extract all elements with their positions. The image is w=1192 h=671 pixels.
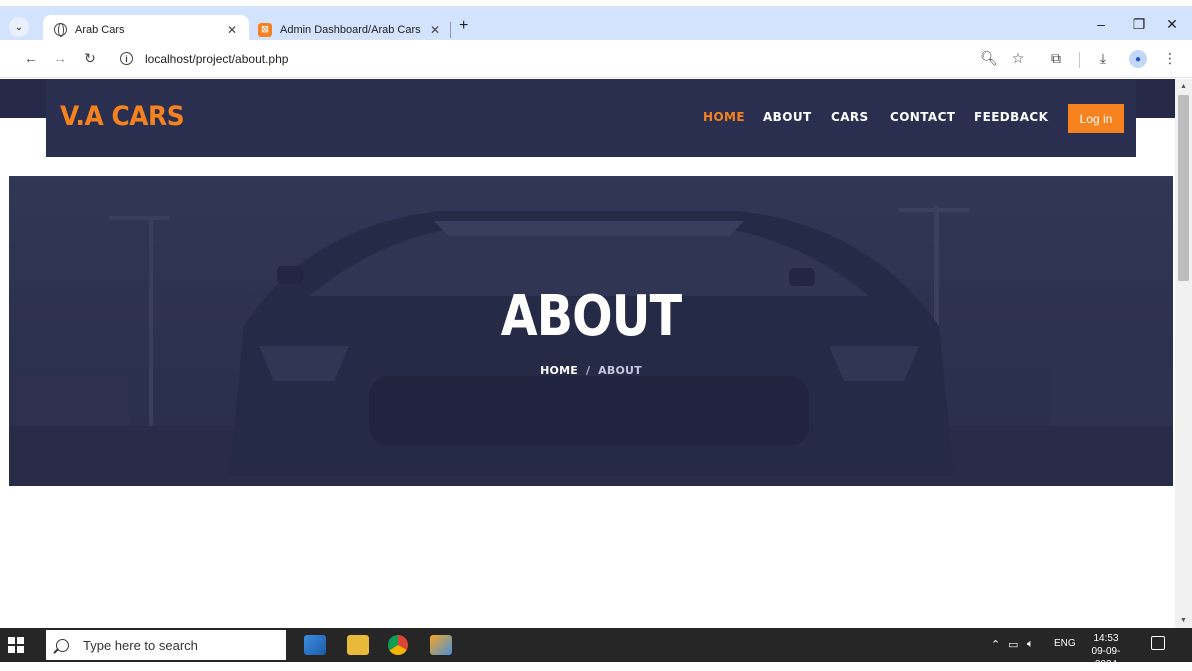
- file-explorer-icon[interactable]: [347, 635, 369, 655]
- tab-close-icon[interactable]: ✕: [225, 23, 239, 37]
- tools-app-icon[interactable]: [430, 635, 452, 655]
- taskbar-search-placeholder: Type here to search: [83, 637, 198, 653]
- tray-chevron-up-icon[interactable]: ⌃: [991, 638, 1000, 651]
- site-navbar: V.A CARS HOME ABOUT CARS CONTACT FEEDBAC…: [46, 79, 1136, 157]
- xampp-icon: ⊠: [258, 22, 272, 37]
- hero-banner: ABOUT HOME / ABOUT: [9, 176, 1173, 486]
- search-icon: [56, 638, 69, 652]
- address-bar[interactable]: i localhost/project/about.php: [113, 45, 1049, 73]
- nav-contact[interactable]: CONTACT: [890, 110, 955, 124]
- nav-about[interactable]: ABOUT: [763, 110, 812, 124]
- page-viewport: V.A CARS HOME ABOUT CARS CONTACT FEEDBAC…: [0, 79, 1175, 628]
- windows-taskbar: Type here to search ⌃ ▭ 🔈︎ ENG 14:53 09-…: [0, 628, 1192, 670]
- tab-title: Admin Dashboard/Arab Cars: [280, 23, 421, 36]
- scrollbar-thumb[interactable]: [1178, 95, 1189, 281]
- browser-toolbar: ← → ↻ i localhost/project/about.php 🔍︎ ☆…: [0, 40, 1192, 78]
- breadcrumb-current: ABOUT: [598, 364, 642, 377]
- nav-feedback[interactable]: FEEDBACK: [974, 110, 1048, 124]
- close-window-button[interactable]: ✕: [1157, 16, 1187, 33]
- page-scrollbar[interactable]: ▲ ▼: [1175, 79, 1192, 628]
- windows-start-icon[interactable]: [8, 637, 24, 653]
- breadcrumb: HOME / ABOUT: [9, 364, 1173, 377]
- forward-arrow-icon[interactable]: →: [50, 50, 70, 66]
- profile-avatar-icon[interactable]: ●: [1129, 50, 1147, 68]
- minimize-button[interactable]: –: [1086, 16, 1116, 32]
- breadcrumb-home-link[interactable]: HOME: [540, 364, 578, 377]
- nav-home[interactable]: HOME: [703, 110, 745, 124]
- extensions-icon[interactable]: ⧉: [1045, 50, 1067, 67]
- login-button[interactable]: Log in: [1068, 104, 1124, 133]
- site-logo[interactable]: V.A CARS: [60, 101, 185, 132]
- nav-cars[interactable]: CARS: [831, 110, 869, 124]
- tab-title: Arab Cars: [75, 23, 125, 36]
- page-title: ABOUT: [500, 284, 682, 349]
- zoom-icon[interactable]: 🔍︎: [978, 50, 1000, 67]
- restore-button[interactable]: ❐: [1124, 16, 1154, 33]
- new-tab-button[interactable]: +: [459, 17, 468, 35]
- clock-date: 09-09-2024: [1091, 646, 1121, 670]
- menu-kebab-icon[interactable]: ⋮: [1159, 50, 1181, 67]
- url-text[interactable]: localhost/project/about.php: [145, 52, 288, 66]
- clock-time: 14:53: [1093, 633, 1119, 644]
- site-info-icon[interactable]: i: [120, 52, 133, 65]
- back-arrow-icon[interactable]: ←: [21, 50, 41, 66]
- network-icon[interactable]: ▭: [1008, 638, 1018, 651]
- scroll-up-arrow-icon[interactable]: ▲: [1180, 83, 1187, 90]
- volume-muted-icon[interactable]: 🔈︎: [1027, 638, 1034, 651]
- tab-search-chevron-icon[interactable]: ⌄: [9, 17, 29, 37]
- scroll-down-arrow-icon[interactable]: ▼: [1180, 617, 1187, 624]
- reload-icon[interactable]: ↻: [80, 50, 100, 67]
- globe-icon: [53, 23, 67, 37]
- chrome-icon[interactable]: [388, 635, 408, 655]
- download-icon[interactable]: ⤓: [1092, 50, 1114, 67]
- taskbar-clock[interactable]: 14:53 09-09-2024: [1084, 632, 1128, 671]
- toolbar-divider: [1079, 52, 1080, 68]
- breadcrumb-separator: /: [585, 364, 591, 377]
- browser-tab-strip: ⌄ Arab Cars ✕ ⊠ Admin Dashboard/Arab Car…: [0, 6, 1192, 44]
- sublime-app-icon[interactable]: [304, 635, 326, 655]
- tab-close-icon[interactable]: ✕: [428, 23, 442, 37]
- notifications-icon[interactable]: [1151, 636, 1165, 650]
- tab-divider: [450, 22, 451, 38]
- taskbar-search-box[interactable]: Type here to search: [46, 630, 286, 660]
- bookmark-star-icon[interactable]: ☆: [1007, 50, 1029, 67]
- language-indicator[interactable]: ENG: [1054, 638, 1076, 649]
